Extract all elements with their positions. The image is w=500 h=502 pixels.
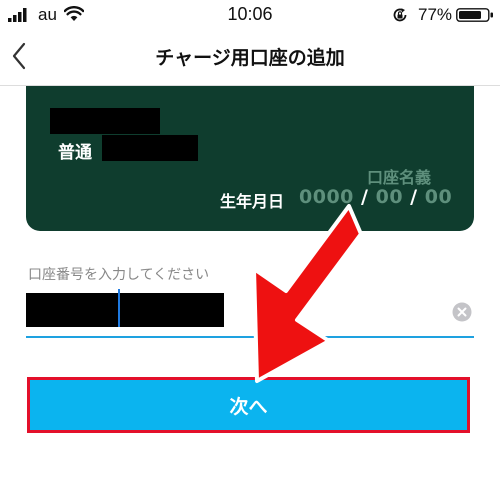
battery-percent: 77%	[418, 5, 453, 24]
birth-date-value: 0000 / 00 / 00	[299, 186, 452, 208]
birth-day: 00	[424, 186, 453, 208]
date-separator: /	[361, 186, 369, 208]
input-underline	[26, 336, 474, 338]
date-separator: /	[410, 186, 418, 208]
account-number-label: 口座番号を入力してください	[28, 267, 210, 283]
birth-year: 0000	[299, 186, 354, 208]
page-title: チャージ用口座の追加	[155, 47, 345, 69]
account-type-label: 普通	[58, 143, 92, 163]
clear-input-button[interactable]	[452, 302, 472, 322]
birth-date-label: 生年月日	[220, 192, 285, 211]
redacted-account-number	[26, 293, 224, 327]
text-caret	[118, 289, 120, 327]
status-bar: au 10:06 77%	[0, 0, 500, 30]
account-holder-label: 口座名義	[367, 168, 432, 187]
battery-icon	[456, 8, 493, 22]
rotation-lock-icon	[393, 8, 407, 22]
redacted-bank-name	[50, 108, 160, 134]
next-button[interactable]: 次へ	[27, 377, 470, 433]
redacted-account-detail	[102, 135, 198, 161]
birth-month: 00	[375, 186, 404, 208]
